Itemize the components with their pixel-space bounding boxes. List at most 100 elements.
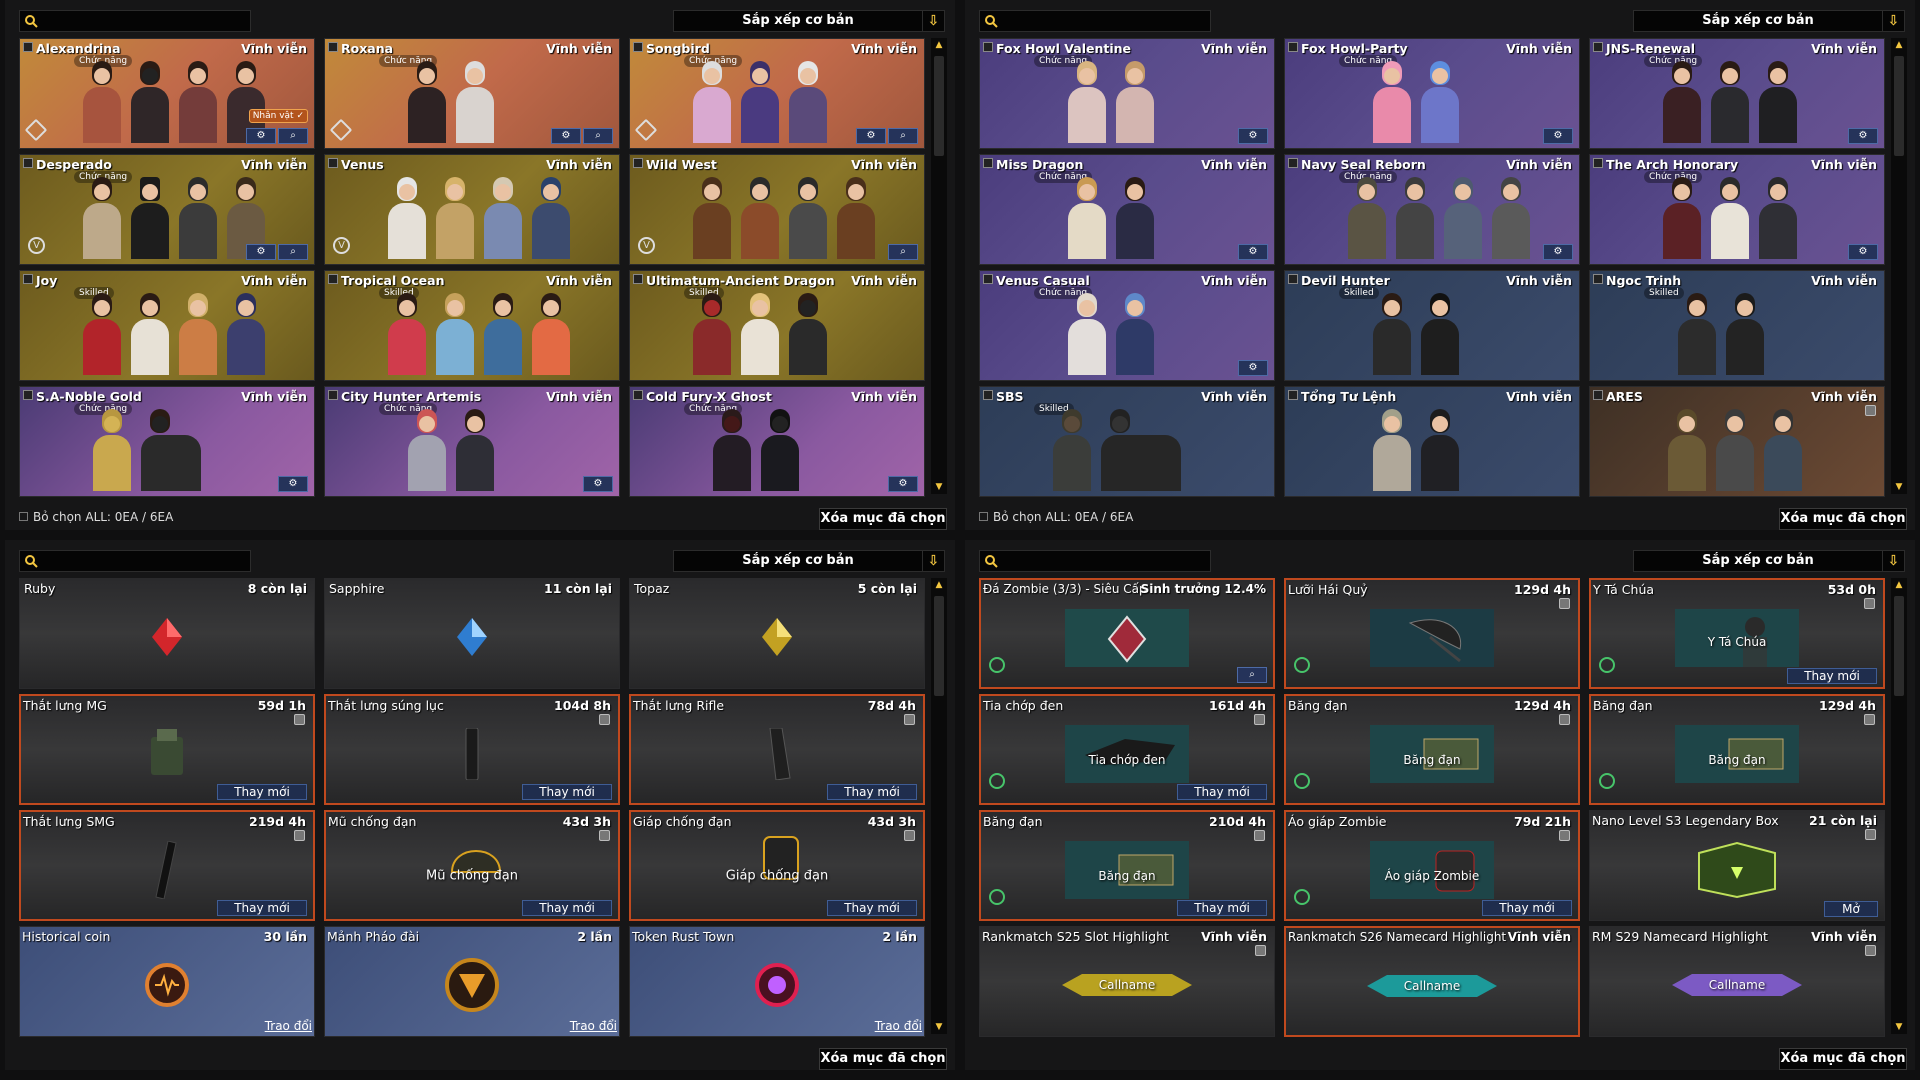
magnifier-icon[interactable]: ⌕ [583,128,613,144]
gear-icon[interactable]: ⚙ [246,244,276,260]
character-card[interactable]: Cold Fury-X Ghost Vĩnh viễn Chức năng ⚙ [629,386,925,497]
select-checkbox[interactable] [23,158,33,168]
item-card[interactable]: Token Rust Town 2 lần Trao đổi [629,926,925,1037]
character-card[interactable]: Songbird Vĩnh viễn Chức năng ⚙ ⌕ [629,38,925,149]
item-card[interactable]: Thắt lưng SMG 219d 4h Thay mới [19,810,315,921]
scroll-down-icon[interactable]: ▼ [1891,1020,1907,1034]
scroll-up-icon[interactable]: ▲ [931,38,947,52]
deselect-checkbox[interactable] [19,512,28,521]
scrollbar[interactable]: ▲ ▼ [1891,578,1907,1034]
renew-button[interactable]: Thay mới [522,900,612,916]
character-card[interactable]: JNS-Renewal Vĩnh viễn Chức năng ⚙ [1589,38,1885,149]
scroll-thumb[interactable] [934,596,944,696]
select-checkbox[interactable] [633,390,643,400]
item-card[interactable]: Giáp chống đạn 43d 3h Giáp chống đạn Thay m… [629,810,925,921]
character-card[interactable]: Roxana Vĩnh viễn Chức năng ⚙ ⌕ [324,38,620,149]
character-card[interactable]: SBS Vĩnh viễn Skilled [979,386,1275,497]
character-card[interactable]: Ngoc Trinh Vĩnh viễn Skilled [1589,270,1885,381]
magnifier-icon[interactable]: ⌕ [888,128,918,144]
item-card[interactable]: Sapphire 11 còn lại [324,578,620,689]
character-card[interactable]: Fox Howl-Party Vĩnh viễn Chức năng ⚙ [1284,38,1580,149]
gear-icon[interactable]: ⚙ [856,128,886,144]
gear-icon[interactable]: ⚙ [1543,128,1573,144]
select-checkbox[interactable] [633,42,643,52]
select-checkbox[interactable] [23,390,33,400]
delete-selected-button[interactable]: Xóa mục đã chọn [1779,1048,1907,1070]
character-card[interactable]: Fox Howl Valentine Vĩnh viễn Chức năng ⚙ [979,38,1275,149]
scroll-down-icon[interactable]: ▼ [931,1020,947,1034]
scroll-up-icon[interactable]: ▲ [1891,578,1907,592]
item-card[interactable]: Băng đạn 129d 4h Băng đạn [1589,694,1885,805]
search-bar[interactable] [979,550,1211,572]
select-checkbox[interactable] [633,274,643,284]
item-card[interactable]: Nano Level S3 Legendary Box 21 còn lại Mở [1589,810,1885,921]
select-checkbox[interactable] [328,390,338,400]
character-card[interactable]: Alexandrina Vĩnh viễn Chức năng Nhân vật… [19,38,315,149]
item-card[interactable]: Historical coin 30 lần Trao đổi [19,926,315,1037]
scrollbar[interactable]: ▲ ▼ [931,38,947,494]
gear-icon[interactable]: ⚙ [1238,360,1268,376]
character-card[interactable]: Joy Vĩnh viễn Skilled [19,270,315,381]
select-checkbox[interactable] [983,158,993,168]
item-card[interactable]: Topaz 5 còn lại [629,578,925,689]
scroll-down-icon[interactable]: ▼ [1891,480,1907,494]
gear-icon[interactable]: ⚙ [278,476,308,492]
sort-dropdown[interactable]: Sắp xếp cơ bản ⇩ [673,10,945,32]
gear-icon[interactable]: ⚙ [1848,128,1878,144]
character-card[interactable]: Desperado Vĩnh viễn Chức năng V ⚙ ⌕ [19,154,315,265]
character-card[interactable]: Navy Seal Reborn Vĩnh viễn Chức năng ⚙ [1284,154,1580,265]
item-card[interactable]: Rankmatch S26 Namecard Highlight Vĩnh viễ… [1284,926,1580,1037]
magnifier-icon[interactable]: ⌕ [278,244,308,260]
item-card[interactable]: Áo giáp Zombie 79d 21h Áo giáp Zombie Thay … [1284,810,1580,921]
character-card[interactable]: Tổng Tư Lệnh Vĩnh viễn [1284,386,1580,497]
select-checkbox[interactable] [23,42,33,52]
renew-button[interactable]: Thay mới [1787,668,1877,684]
gear-icon[interactable]: ⚙ [551,128,581,144]
renew-button[interactable]: Thay mới [217,784,307,800]
magnifier-icon[interactable]: ⌕ [888,244,918,260]
character-card[interactable]: Venus Casual Vĩnh viễn Chức năng ⚙ [979,270,1275,381]
chevron-down-icon[interactable]: ⇩ [1882,551,1904,571]
character-card[interactable]: Wild West Vĩnh viễn V ⌕ [629,154,925,265]
character-card[interactable]: The Arch Honorary Vĩnh viễn Chức năng ⚙ [1589,154,1885,265]
select-checkbox[interactable] [1288,158,1298,168]
delete-selected-button[interactable]: Xóa mục đã chọn [819,508,947,530]
select-checkbox[interactable] [1288,274,1298,284]
select-checkbox[interactable] [1288,390,1298,400]
scroll-up-icon[interactable]: ▲ [1891,38,1907,52]
item-card[interactable]: Băng đạn 129d 4h Băng đạn [1284,694,1580,805]
gear-icon[interactable]: ⚙ [1238,128,1268,144]
search-bar[interactable] [19,10,251,32]
item-card[interactable]: Mũ chống đạn 43d 3h Mũ chống đạn Thay mới [324,810,620,921]
item-card[interactable]: Y Tá Chúa 53d 0h Y Tá Chúa Thay mới [1589,578,1885,689]
select-checkbox[interactable] [1593,42,1603,52]
sort-dropdown[interactable]: Sắp xếp cơ bản ⇩ [1633,10,1905,32]
select-checkbox[interactable] [1593,158,1603,168]
scrollbar[interactable]: ▲ ▼ [931,578,947,1034]
scroll-thumb[interactable] [1894,596,1904,696]
item-card[interactable]: Thắt lưng MG 59d 1h Thay mới [19,694,315,805]
select-checkbox[interactable] [23,274,33,284]
gear-icon[interactable]: ⚙ [583,476,613,492]
renew-button[interactable]: Thay mới [522,784,612,800]
search-bar[interactable] [19,550,251,572]
renew-button[interactable]: Thay mới [1177,900,1267,916]
select-checkbox[interactable] [328,42,338,52]
renew-button[interactable]: Thay mới [827,784,917,800]
magnifier-icon[interactable]: ⌕ [1237,667,1267,683]
renew-button[interactable]: Thay mới [1482,900,1572,916]
chevron-down-icon[interactable]: ⇩ [1882,11,1904,31]
gear-icon[interactable]: ⚙ [246,128,276,144]
character-card[interactable]: Tropical Ocean Vĩnh viễn Skilled [324,270,620,381]
select-checkbox[interactable] [633,158,643,168]
renew-button[interactable]: Thay mới [217,900,307,916]
item-card[interactable]: RM S29 Namecard Highlight Vĩnh viễn Callna… [1589,926,1885,1037]
character-card[interactable]: Devil Hunter Vĩnh viễn Skilled [1284,270,1580,381]
select-checkbox[interactable] [1593,274,1603,284]
renew-button[interactable]: Thay mới [827,900,917,916]
scroll-thumb[interactable] [1894,56,1904,156]
character-card[interactable]: Miss Dragon Vĩnh viễn Chức năng ⚙ [979,154,1275,265]
gear-icon[interactable]: ⚙ [1238,244,1268,260]
character-card[interactable]: City Hunter Artemis Vĩnh viễn Chức năng … [324,386,620,497]
sort-dropdown[interactable]: Sắp xếp cơ bản ⇩ [1633,550,1905,572]
